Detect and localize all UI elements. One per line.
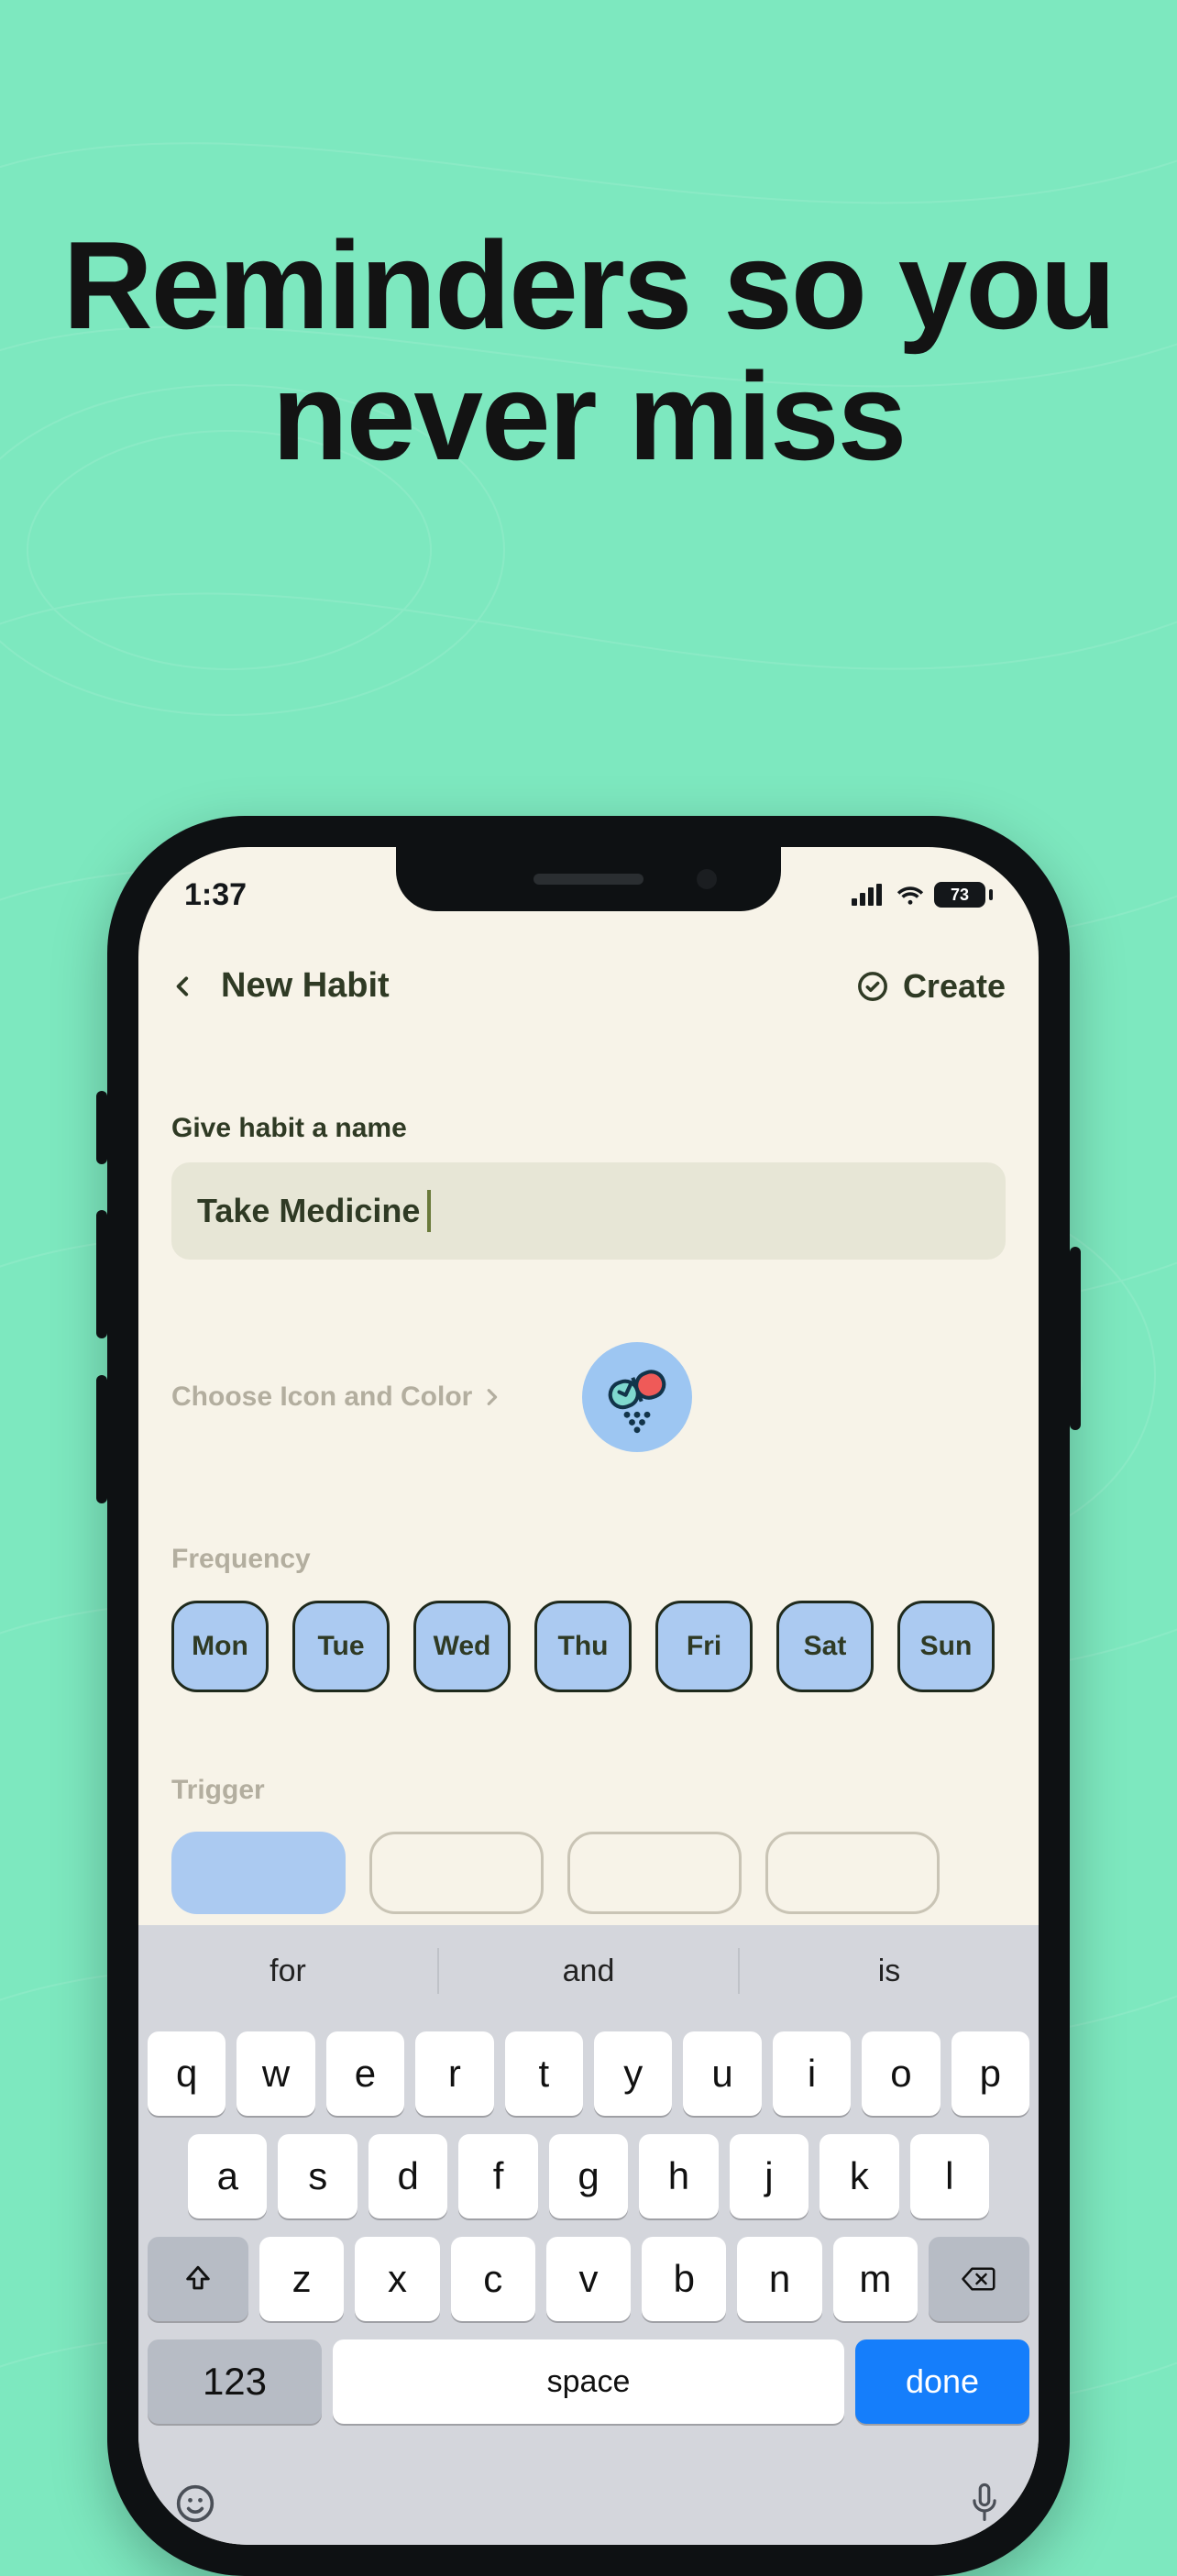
day-chip-mon[interactable]: Mon [171, 1601, 269, 1692]
suggestion[interactable]: is [740, 1925, 1039, 2017]
day-chip-sat[interactable]: Sat [776, 1601, 874, 1692]
key-backspace[interactable] [929, 2237, 1029, 2321]
emoji-icon [175, 2483, 215, 2524]
suggestion-bar: for and is [138, 1925, 1039, 2017]
day-chip-thu[interactable]: Thu [534, 1601, 632, 1692]
key-o[interactable]: o [862, 2031, 940, 2116]
back-icon[interactable] [171, 974, 195, 998]
shift-icon [182, 2263, 214, 2295]
checkmark-circle-icon [857, 971, 888, 1002]
signal-icon [852, 884, 886, 906]
key-r[interactable]: r [415, 2031, 493, 2116]
key-t[interactable]: t [505, 2031, 583, 2116]
habit-name-value: Take Medicine [197, 1192, 420, 1230]
day-chip-sun[interactable]: Sun [897, 1601, 995, 1692]
key-a[interactable]: a [188, 2134, 267, 2218]
key-shift[interactable] [148, 2237, 248, 2321]
keyboard: for and is q w e r t y u i o p [138, 1925, 1039, 2545]
key-e[interactable]: e [326, 2031, 404, 2116]
suggestion[interactable]: for [138, 1925, 437, 2017]
key-j[interactable]: j [730, 2134, 808, 2218]
frequency-label: Frequency [171, 1544, 1006, 1575]
key-m[interactable]: m [833, 2237, 918, 2321]
dictation-button[interactable] [967, 2482, 1002, 2526]
key-c[interactable]: c [451, 2237, 535, 2321]
key-g[interactable]: g [549, 2134, 628, 2218]
phone-screen: 1:37 73 New Habit [138, 847, 1039, 2545]
phone-frame: 1:37 73 New Habit [107, 816, 1070, 2576]
choose-icon-label: Choose Icon and Color [171, 1382, 472, 1413]
hero-title: Reminders so you never miss [0, 220, 1177, 482]
status-time: 1:37 [184, 877, 247, 913]
day-chip-fri[interactable]: Fri [655, 1601, 753, 1692]
frequency-days: Mon Tue Wed Thu Fri Sat Sun [171, 1601, 1006, 1692]
key-q[interactable]: q [148, 2031, 226, 2116]
key-s[interactable]: s [278, 2134, 357, 2218]
day-chip-wed[interactable]: Wed [413, 1601, 511, 1692]
create-label: Create [903, 967, 1006, 1006]
key-h[interactable]: h [639, 2134, 718, 2218]
trigger-label: Trigger [171, 1775, 1006, 1806]
trigger-chip[interactable] [171, 1832, 346, 1914]
key-v[interactable]: v [546, 2237, 631, 2321]
habit-name-input[interactable]: Take Medicine [171, 1162, 1006, 1260]
emoji-button[interactable] [175, 2483, 215, 2524]
key-d[interactable]: d [368, 2134, 447, 2218]
backspace-icon [961, 2265, 997, 2293]
key-x[interactable]: x [355, 2237, 439, 2321]
key-u[interactable]: u [683, 2031, 761, 2116]
key-done[interactable]: done [855, 2339, 1029, 2424]
key-l[interactable]: l [910, 2134, 989, 2218]
key-w[interactable]: w [236, 2031, 314, 2116]
page-title: New Habit [221, 966, 390, 1006]
key-n[interactable]: n [737, 2237, 821, 2321]
key-y[interactable]: y [594, 2031, 672, 2116]
phone-notch [396, 847, 781, 911]
suggestion[interactable]: and [439, 1925, 738, 2017]
mic-icon [967, 2482, 1002, 2526]
battery-level: 73 [934, 882, 985, 908]
trigger-chip[interactable] [369, 1832, 544, 1914]
key-z[interactable]: z [259, 2237, 344, 2321]
key-p[interactable]: p [952, 2031, 1029, 2116]
pill-icon [597, 1357, 677, 1437]
chevron-right-icon [481, 1387, 501, 1407]
trigger-options [171, 1832, 1006, 1914]
key-f[interactable]: f [458, 2134, 537, 2218]
key-123[interactable]: 123 [148, 2339, 322, 2424]
nav-header: New Habit Create [138, 966, 1039, 1006]
habit-icon-preview[interactable] [582, 1342, 692, 1452]
choose-icon-button[interactable]: Choose Icon and Color [171, 1382, 501, 1413]
battery-indicator: 73 [934, 882, 993, 908]
key-b[interactable]: b [642, 2237, 726, 2321]
text-caret [427, 1190, 431, 1232]
key-k[interactable]: k [820, 2134, 898, 2218]
trigger-chip[interactable] [567, 1832, 742, 1914]
habit-name-label: Give habit a name [171, 1113, 1006, 1144]
trigger-chip[interactable] [765, 1832, 940, 1914]
create-button[interactable]: Create [857, 967, 1006, 1006]
wifi-icon [896, 884, 925, 906]
key-space[interactable]: space [333, 2339, 844, 2424]
day-chip-tue[interactable]: Tue [292, 1601, 390, 1692]
key-i[interactable]: i [773, 2031, 851, 2116]
